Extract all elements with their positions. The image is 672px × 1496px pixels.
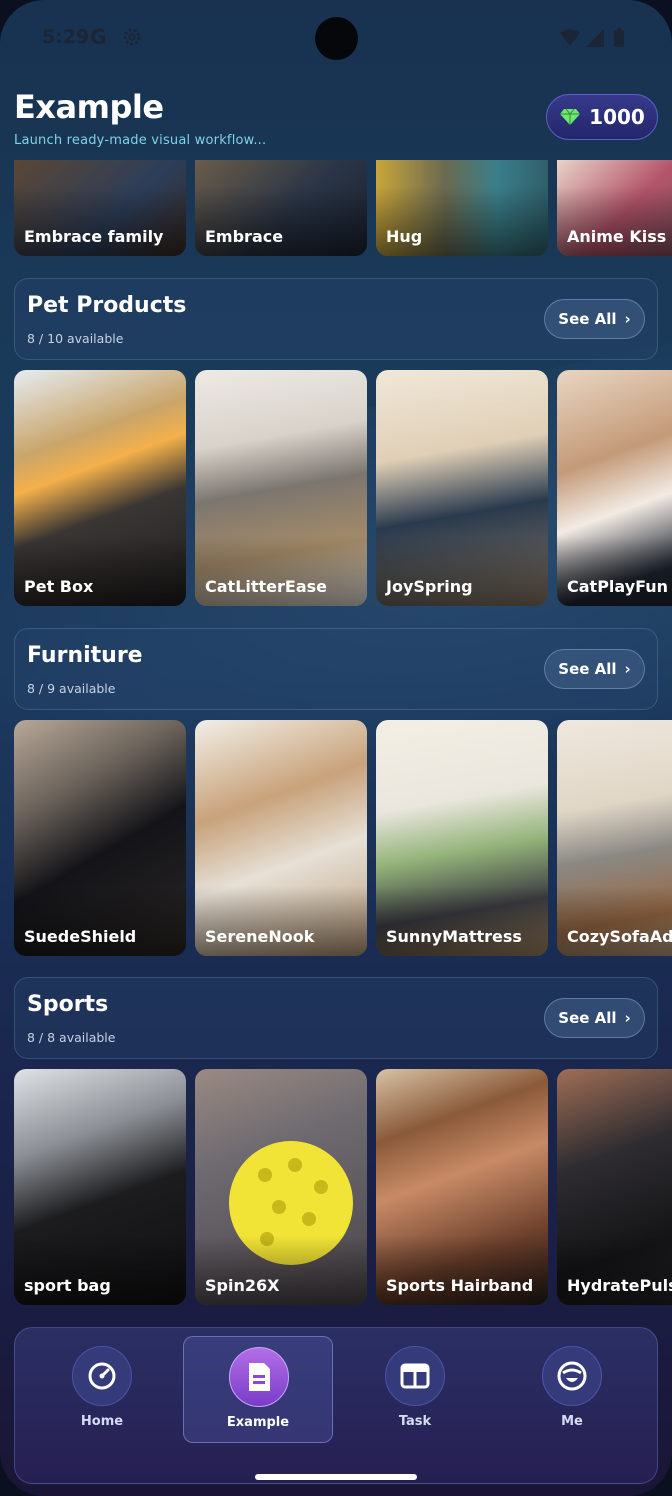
card-label: Embrace family: [24, 227, 164, 246]
card-label: Pet Box: [24, 577, 94, 596]
box-icon: [385, 1346, 445, 1406]
workflow-card[interactable]: Hug: [376, 160, 548, 256]
section-availability: 8 / 9 available: [27, 681, 116, 696]
nav-item-task[interactable]: Task: [340, 1336, 490, 1443]
card-label: SereneNook: [205, 927, 315, 946]
google-icon: G: [90, 25, 107, 49]
nav-item-me[interactable]: Me: [497, 1336, 647, 1443]
workflow-card[interactable]: CatLitterEase: [195, 370, 367, 606]
card-label: CatPlayFun: [567, 577, 669, 596]
coins-badge[interactable]: 1000: [546, 94, 658, 140]
nav-label: Example: [226, 1415, 290, 1430]
nav-item-example[interactable]: Example: [183, 1336, 333, 1443]
card-label: JoySpring: [386, 577, 473, 596]
section-availability: 8 / 10 available: [27, 331, 124, 346]
document-icon: [229, 1347, 289, 1407]
page-subtitle: Launch ready-made visual workflow...: [14, 133, 267, 148]
face-icon: [542, 1346, 602, 1406]
section-availability: 8 / 8 available: [27, 1030, 116, 1045]
nav-label: Me: [561, 1414, 583, 1429]
status-time: 5:29: [42, 26, 90, 48]
page-title: Example: [14, 88, 164, 126]
workflow-card[interactable]: Pet Box: [14, 370, 186, 606]
workflow-card[interactable]: Embrace: [195, 160, 367, 256]
camera-cutout: [315, 17, 358, 60]
app-screen: 5:29 G Example Launch ready-made visual …: [0, 0, 672, 1496]
section-title: Furniture: [27, 643, 143, 668]
gear-icon: [123, 28, 141, 46]
nav-label: Home: [80, 1414, 124, 1429]
section-header-sports: Sports 8 / 8 available See All ›: [14, 977, 658, 1059]
workflow-card[interactable]: HydratePuls: [557, 1069, 672, 1305]
workflow-card[interactable]: Embrace family: [14, 160, 186, 256]
workflow-card[interactable]: SereneNook: [195, 720, 367, 956]
bottom-nav: Home Example Task Me: [14, 1327, 658, 1484]
see-all-button[interactable]: See All ›: [544, 998, 645, 1038]
see-all-button[interactable]: See All ›: [544, 299, 645, 339]
card-label: Hug: [386, 227, 423, 246]
see-all-button[interactable]: See All ›: [544, 649, 645, 689]
coins-count: 1000: [589, 105, 645, 129]
section-header-furniture: Furniture 8 / 9 available See All ›: [14, 628, 658, 710]
see-all-label: See All: [558, 1009, 617, 1027]
chevron-right-icon: ›: [624, 1009, 631, 1027]
workflow-card[interactable]: Anime Kiss: [557, 160, 672, 256]
workflow-card[interactable]: Sports Hairband: [376, 1069, 548, 1305]
card-label: Sports Hairband: [386, 1276, 534, 1295]
workflow-card[interactable]: CatPlayFun: [557, 370, 672, 606]
workflow-card[interactable]: SunnyMattress: [376, 720, 548, 956]
card-label: SunnyMattress: [386, 927, 522, 946]
status-bar: 5:29 G: [0, 0, 672, 76]
workflow-card[interactable]: CozySofaAd: [557, 720, 672, 956]
see-all-label: See All: [558, 310, 617, 328]
home-indicator[interactable]: [255, 1474, 417, 1480]
gem-icon: [560, 108, 581, 125]
signal-battery-icon: [560, 28, 624, 47]
see-all-label: See All: [558, 660, 617, 678]
chevron-right-icon: ›: [624, 310, 631, 328]
nav-label: Task: [398, 1414, 432, 1429]
card-label: Anime Kiss: [567, 227, 667, 246]
gauge-icon: [72, 1346, 132, 1406]
card-label: CozySofaAd: [567, 927, 672, 946]
chevron-right-icon: ›: [624, 660, 631, 678]
card-label: CatLitterEase: [205, 577, 328, 596]
workflow-card[interactable]: Spin26X: [195, 1069, 367, 1305]
section-title: Pet Products: [27, 293, 187, 318]
workflow-card[interactable]: JoySpring: [376, 370, 548, 606]
card-label: HydratePuls: [567, 1276, 672, 1295]
section-header-pet-products: Pet Products 8 / 10 available See All ›: [14, 278, 658, 360]
section-title: Sports: [27, 992, 109, 1017]
card-label: Spin26X: [205, 1276, 280, 1295]
card-label: sport bag: [24, 1276, 111, 1295]
card-label: SuedeShield: [24, 927, 137, 946]
nav-item-home[interactable]: Home: [27, 1336, 177, 1443]
workflow-card[interactable]: SuedeShield: [14, 720, 186, 956]
workflow-card[interactable]: sport bag: [14, 1069, 186, 1305]
card-label: Embrace: [205, 227, 284, 246]
